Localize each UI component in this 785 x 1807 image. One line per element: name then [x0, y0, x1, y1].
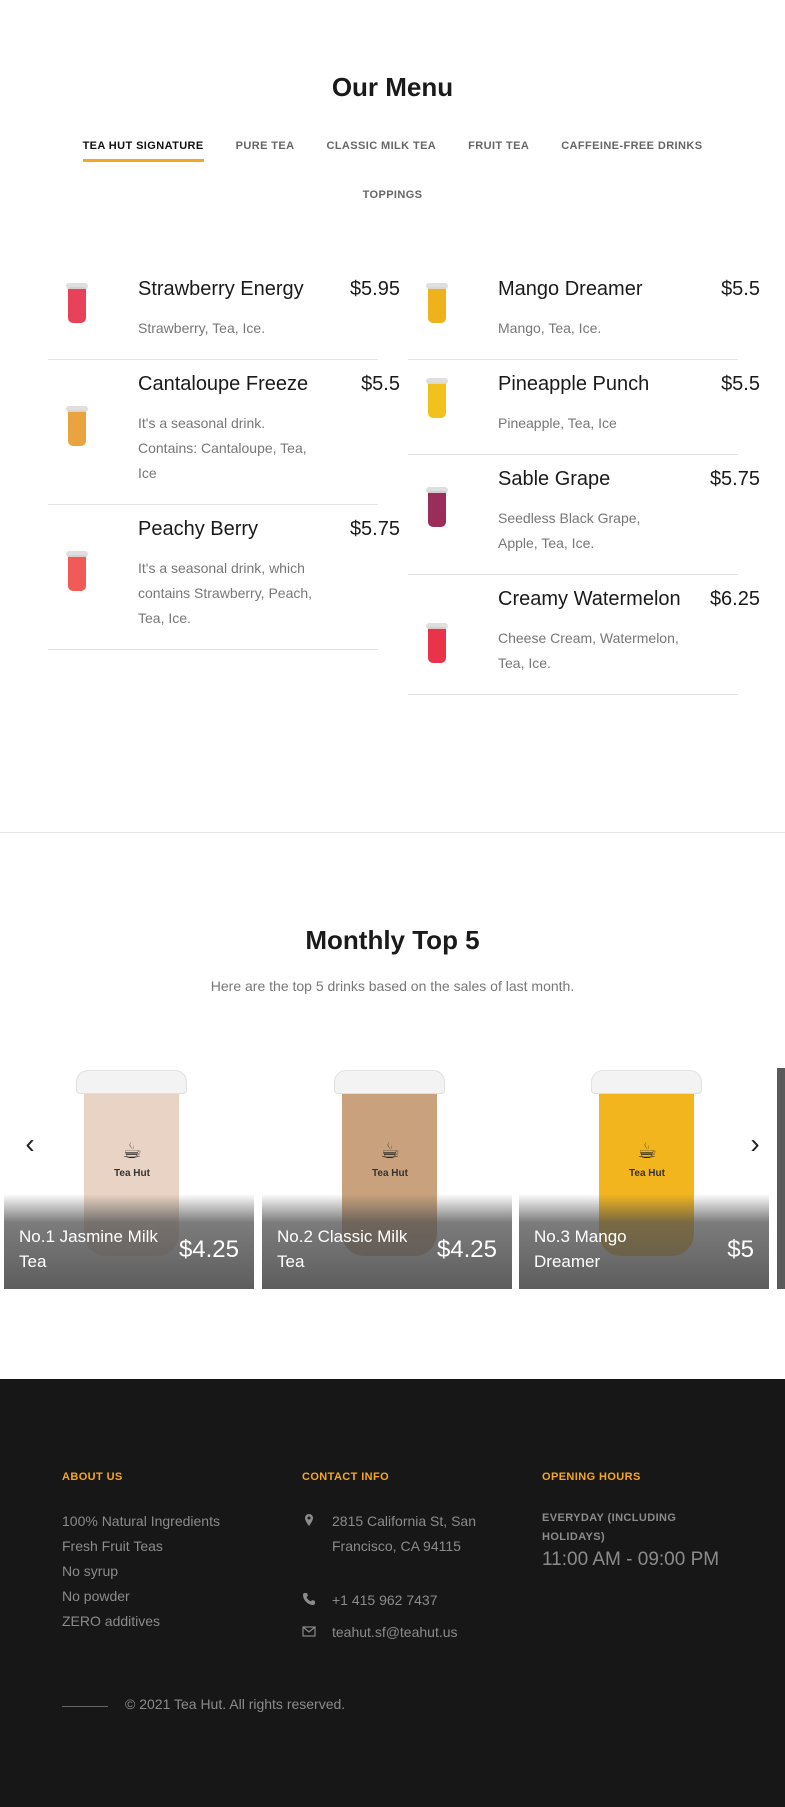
tea-hut-logo-text: Tea Hut: [629, 1168, 665, 1179]
menu-tabs: TEA HUT SIGNATURE PURE TEA CLASSIC MILK …: [0, 140, 785, 162]
chevron-right-icon[interactable]: ›: [743, 1130, 767, 1158]
menu-item: Sable Grape $5.75 Seedless Black Grape, …: [408, 455, 760, 575]
menu-item-name: Pineapple Punch: [498, 373, 650, 395]
top5-carousel: ☕ Tea Hut No.1 Jasmine Milk Tea $4.25 ☕ …: [0, 1068, 785, 1290]
menu-item: Cantaloupe Freeze $5.5 It's a seasonal d…: [48, 360, 400, 505]
contact-email: teahut.sf@teahut.us: [302, 1620, 482, 1645]
hours-label: EVERYDAY (INCLUDING HOLIDAYS): [542, 1512, 677, 1543]
menu-item-price: $5.75: [349, 518, 400, 540]
tab-toppings[interactable]: TOPPINGS: [347, 189, 439, 211]
menu-section: Our Menu TEA HUT SIGNATURE PURE TEA CLAS…: [0, 0, 785, 833]
chevron-left-icon[interactable]: ‹: [18, 1130, 42, 1158]
about-item: No syrup: [62, 1563, 119, 1579]
menu-item-name: Strawberry Energy: [138, 278, 304, 300]
menu-item: Pineapple Punch $5.5 Pineapple, Tea, Ice: [408, 360, 760, 455]
top5-card[interactable]: ☕ Tea Hut No.1 Jasmine Milk Tea $4.25: [4, 1068, 254, 1289]
top5-title: Monthly Top 5: [305, 925, 480, 955]
menu-item-price: $5.95: [349, 278, 400, 300]
address-text: 2815 California St, San Francisco, CA 94…: [332, 1513, 476, 1554]
drink-cup-image: [66, 551, 88, 591]
tab-tea-hut-signature[interactable]: TEA HUT SIGNATURE: [67, 140, 220, 162]
menu-item-name: Peachy Berry: [138, 518, 259, 540]
top5-card-price: $5: [727, 1236, 754, 1263]
tea-hut-logo-text: Tea Hut: [114, 1168, 150, 1179]
email-text[interactable]: teahut.sf@teahut.us: [332, 1620, 482, 1645]
tea-hut-logo-text: Tea Hut: [372, 1168, 408, 1179]
tab-fruit-tea[interactable]: FRUIT TEA: [452, 140, 545, 162]
menu-item-name: Cantaloupe Freeze: [138, 373, 309, 395]
menu-column-left: Strawberry Energy $5.95 Strawberry, Tea,…: [48, 265, 400, 650]
copyright-divider: [62, 1706, 108, 1707]
envelope-icon: [302, 1626, 316, 1637]
drink-cup-image: [426, 283, 448, 323]
menu-item: Peachy Berry $5.75 It's a seasonal drink…: [48, 505, 400, 650]
cup-lid: [76, 1070, 187, 1094]
menu-title: Our Menu: [331, 72, 454, 102]
about-item: 100% Natural Ingredients: [62, 1513, 220, 1529]
tea-hut-logo-icon: ☕: [122, 1138, 142, 1163]
menu-item-desc: It's a seasonal drink. Contains: Cantalo…: [138, 415, 307, 481]
contact-heading: CONTACT INFO: [302, 1471, 390, 1483]
drink-cup-image: [66, 283, 88, 323]
hours-time: 11:00 AM - 09:00 PM: [542, 1549, 720, 1570]
top5-card-name: No.2 Classic Milk Tea: [277, 1227, 408, 1271]
menu-item-name: Creamy Watermelon: [498, 588, 681, 610]
cup-lid: [334, 1070, 445, 1094]
top5-card-price: $4.25: [436, 1236, 497, 1263]
phone-text[interactable]: +1 415 962 7437: [332, 1588, 482, 1613]
menu-item-price: $5.5: [361, 373, 400, 395]
top5-card-name: No.1 Jasmine Milk Tea: [19, 1227, 158, 1271]
menu-item-desc: Cheese Cream, Watermelon, Tea, Ice.: [498, 630, 679, 671]
top5-card-name: No.3 Mango Dreamer: [534, 1227, 627, 1271]
menu-item-desc: Seedless Black Grape, Apple, Tea, Ice.: [498, 510, 641, 551]
tab-pure-tea[interactable]: PURE TEA: [220, 140, 311, 162]
menu-item-price: $5.5: [721, 373, 760, 395]
contact-phone: +1 415 962 7437: [302, 1588, 482, 1613]
cup-lid: [591, 1070, 702, 1094]
tea-hut-logo-icon: ☕: [380, 1138, 400, 1163]
menu-column-right: Mango Dreamer $5.5 Mango, Tea, Ice. Pine…: [408, 265, 760, 695]
top5-card[interactable]: ☕ Tea Hut No.3 Mango Dreamer $5: [519, 1068, 769, 1289]
menu-item-name: Mango Dreamer: [498, 278, 643, 300]
menu-item-desc: It's a seasonal drink, which contains St…: [138, 560, 313, 626]
menu-item-price: $6.25: [709, 588, 760, 610]
menu-item-price: $5.75: [709, 468, 760, 490]
about-item: No powder: [62, 1588, 130, 1604]
menu-item-desc: Mango, Tea, Ice.: [498, 320, 602, 336]
tab-caffeine-free-drinks[interactable]: CAFFEINE-FREE DRINKS: [545, 140, 718, 162]
drink-cup-image: [426, 378, 448, 418]
footer: ABOUT US 100% Natural Ingredients Fresh …: [0, 1379, 785, 1807]
drink-cup-image: [66, 406, 88, 446]
hours-heading: OPENING HOURS: [542, 1471, 641, 1483]
drink-cup-image: [426, 487, 448, 527]
menu-item-desc: Pineapple, Tea, Ice: [498, 415, 617, 431]
menu-tabs-row-2: TOPPINGS: [0, 189, 785, 211]
map-pin-icon: [305, 1514, 313, 1526]
about-list: 100% Natural Ingredients Fresh Fruit Tea…: [62, 1509, 220, 1634]
menu-item: Creamy Watermelon $6.25 Cheese Cream, Wa…: [408, 575, 760, 695]
top5-card[interactable]: ☕ Tea Hut No.2 Classic Milk Tea $4.25: [262, 1068, 512, 1289]
about-heading: ABOUT US: [62, 1471, 123, 1483]
top5-card-price: $4.25: [178, 1236, 239, 1263]
phone-icon: [303, 1593, 315, 1605]
tab-classic-milk-tea[interactable]: CLASSIC MILK TEA: [310, 140, 452, 162]
menu-item-name: Sable Grape: [498, 468, 611, 490]
top5-subtitle: Here are the top 5 drinks based on the s…: [210, 978, 575, 994]
tea-hut-logo-icon: ☕: [637, 1138, 657, 1163]
menu-item-desc: Strawberry, Tea, Ice.: [138, 320, 266, 336]
section-divider: [0, 832, 785, 833]
copyright: © 2021 Tea Hut. All rights reserved.: [125, 1696, 346, 1712]
drink-cup-image: [426, 623, 448, 663]
top5-card-peek[interactable]: [777, 1068, 785, 1289]
about-item: ZERO additives: [62, 1613, 161, 1629]
contact-address: 2815 California St, San Francisco, CA 94…: [302, 1509, 482, 1559]
menu-item-price: $5.5: [721, 278, 760, 300]
about-item: Fresh Fruit Teas: [62, 1538, 163, 1554]
menu-item: Mango Dreamer $5.5 Mango, Tea, Ice.: [408, 265, 760, 360]
menu-item: Strawberry Energy $5.95 Strawberry, Tea,…: [48, 265, 400, 360]
